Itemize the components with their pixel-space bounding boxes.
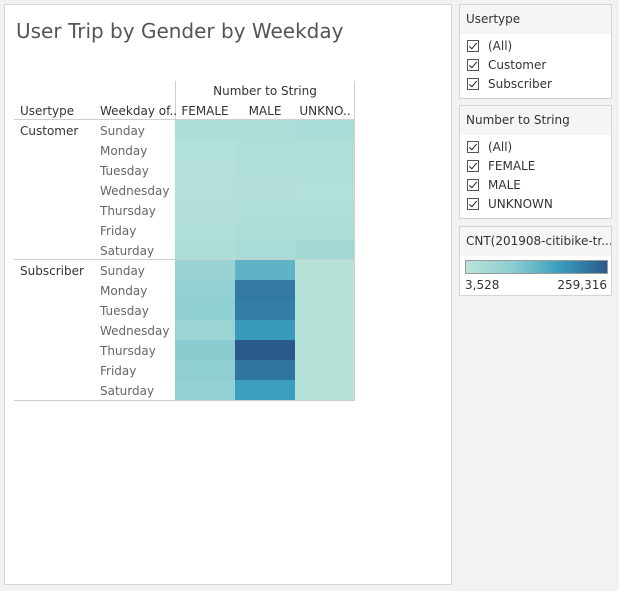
weekday-label: Sunday [100, 124, 145, 138]
column-label: UNKNO.. [299, 104, 351, 118]
heatmap-cell[interactable] [295, 300, 355, 320]
weekday-label: Monday [100, 144, 148, 158]
usertype-option-all[interactable]: (All) [460, 38, 611, 57]
heatmap-cell[interactable] [175, 240, 235, 260]
column-label: MALE [248, 104, 282, 118]
heatmap-cell[interactable] [295, 160, 355, 180]
gender-option-all[interactable]: (All) [460, 139, 611, 158]
heatmap-cell[interactable] [235, 300, 295, 320]
row-header-usertype: Usertype [20, 104, 75, 118]
gender-option-unknown[interactable]: UNKNOWN [460, 196, 611, 215]
weekday-label: Sunday [100, 264, 145, 278]
heatmap-cell[interactable] [295, 200, 355, 220]
heatmap-cell[interactable] [175, 160, 235, 180]
heatmap-cell[interactable] [295, 140, 355, 160]
weekday-label: Saturday [100, 244, 155, 258]
heatmap-cell[interactable] [235, 360, 295, 380]
heatmap-cell[interactable] [235, 240, 295, 260]
option-label: Subscriber [488, 77, 552, 91]
weekday-label: Saturday [100, 384, 155, 398]
checkbox-checked-icon[interactable] [467, 179, 479, 191]
gender-option-male[interactable]: MALE [460, 177, 611, 196]
usertype-option-customer[interactable]: Customer [460, 57, 611, 76]
table-bottom-border [14, 400, 355, 401]
heatmap-cell[interactable] [175, 140, 235, 160]
heatmap-cell[interactable] [295, 120, 355, 140]
checkbox-checked-icon[interactable] [467, 160, 479, 172]
heatmap-cell[interactable] [175, 280, 235, 300]
weekday-label: Tuesday [100, 304, 149, 318]
column-header: Number to String [213, 84, 317, 98]
usertype-filter: Usertype (All) Customer Subscriber [459, 4, 612, 99]
option-label: FEMALE [488, 159, 536, 173]
column-label: FEMALE [181, 104, 229, 118]
heatmap-cell[interactable] [235, 220, 295, 240]
checkbox-checked-icon[interactable] [467, 78, 479, 90]
heatmap-cell[interactable] [295, 360, 355, 380]
checkbox-checked-icon[interactable] [467, 40, 479, 52]
heatmap-view: User Trip by Gender by Weekday Number to… [4, 4, 452, 585]
heatmap-cell[interactable] [295, 340, 355, 360]
option-label: Customer [488, 58, 547, 72]
weekday-label: Monday [100, 284, 148, 298]
heatmap-cell[interactable] [295, 380, 355, 400]
color-legend-gradient [465, 260, 608, 274]
heatmap-cell[interactable] [175, 300, 235, 320]
heatmap-cell[interactable] [175, 340, 235, 360]
heatmap-cell[interactable] [235, 320, 295, 340]
heatmap-cell[interactable] [235, 140, 295, 160]
color-legend-title: CNT(201908-citibike-tr... [460, 227, 611, 256]
heatmap-cell[interactable] [235, 380, 295, 400]
heatmap-cell[interactable] [295, 180, 355, 200]
usertype-group-label: Subscriber [20, 264, 84, 278]
heatmap-cell[interactable] [235, 200, 295, 220]
heatmap-cell[interactable] [175, 360, 235, 380]
heatmap-cell[interactable] [175, 380, 235, 400]
heatmap-cell[interactable] [295, 240, 355, 260]
heatmap-cell[interactable] [175, 200, 235, 220]
weekday-label: Tuesday [100, 164, 149, 178]
heatmap-cell[interactable] [175, 120, 235, 140]
grid-right-border [354, 81, 355, 400]
weekday-label: Thursday [100, 204, 156, 218]
usertype-group-label: Customer [20, 124, 79, 138]
usertype-filter-title: Usertype [460, 5, 611, 34]
checkbox-checked-icon[interactable] [467, 59, 479, 71]
legend-min-label: 3,528 [465, 278, 500, 292]
heatmap-cell[interactable] [235, 280, 295, 300]
heatmap-cell[interactable] [295, 220, 355, 240]
legend-max-label: 259,316 [557, 278, 607, 292]
checkbox-checked-icon[interactable] [467, 198, 479, 210]
weekday-label: Friday [100, 224, 137, 238]
heatmap-cell[interactable] [235, 180, 295, 200]
usertype-option-subscriber[interactable]: Subscriber [460, 76, 611, 95]
heatmap-cell[interactable] [175, 220, 235, 240]
heatmap-cell[interactable] [295, 320, 355, 340]
option-label: (All) [488, 39, 513, 53]
heatmap-cell[interactable] [295, 280, 355, 300]
option-label: MALE [488, 178, 521, 192]
heatmap-cell[interactable] [235, 160, 295, 180]
heatmap-cell[interactable] [175, 260, 235, 280]
heatmap-cell[interactable] [235, 340, 295, 360]
checkbox-checked-icon[interactable] [467, 141, 479, 153]
heatmap-cell[interactable] [295, 260, 355, 280]
row-header-weekday: Weekday of.. [100, 104, 178, 118]
gender-filter-title: Number to String [460, 106, 611, 135]
option-label: (All) [488, 140, 513, 154]
heatmap-cell[interactable] [235, 120, 295, 140]
gender-option-female[interactable]: FEMALE [460, 158, 611, 177]
heatmap-cell[interactable] [235, 260, 295, 280]
weekday-label: Wednesday [100, 324, 170, 338]
heatmap-cell[interactable] [175, 320, 235, 340]
heatmap-cell[interactable] [175, 180, 235, 200]
weekday-label: Wednesday [100, 184, 170, 198]
color-legend: CNT(201908-citibike-tr... 3,528 259,316 [459, 226, 612, 296]
option-label: UNKNOWN [488, 197, 553, 211]
chart-title: User Trip by Gender by Weekday [16, 19, 344, 43]
weekday-label: Friday [100, 364, 137, 378]
gender-filter: Number to String (All) FEMALE MALE UNKNO… [459, 105, 612, 219]
weekday-label: Thursday [100, 344, 156, 358]
